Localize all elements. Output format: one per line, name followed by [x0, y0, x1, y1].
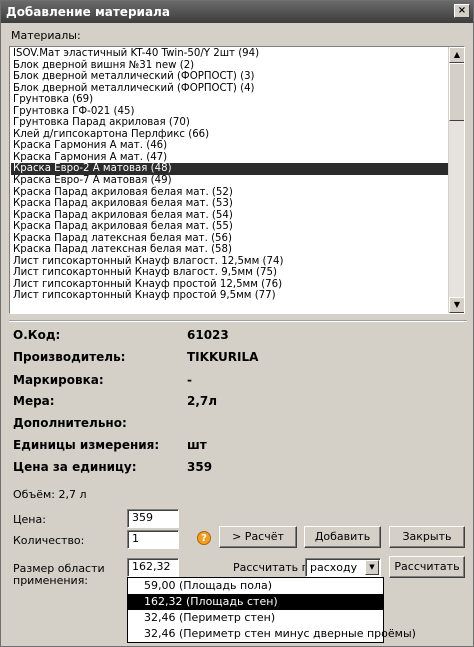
material-list-item[interactable]: Краска Евро-7 А матовая (49) [11, 175, 448, 187]
dropdown-option[interactable]: 162,32 (Площадь стен) [128, 594, 383, 610]
calc-by-label: Рассчитать по [233, 561, 316, 574]
chevron-down-icon[interactable]: ▼ [365, 560, 379, 575]
dropdown-option[interactable]: 32,46 (Периметр стен) [128, 610, 383, 626]
material-list-item[interactable]: Краска Парад акриловая белая мат. (55) [11, 221, 448, 233]
materials-list: ISOV.Мат эластичный KT-40 Twin-50/Y 2шт … [11, 48, 448, 312]
title-bar[interactable]: Добавление материала × [1, 1, 473, 23]
code-label: О.Код: [13, 328, 61, 342]
dropdown-option[interactable]: 59,00 (Площадь пола) [128, 578, 383, 594]
material-list-item[interactable]: Краска Парад акриловая белая мат. (52) [11, 187, 448, 199]
area-dropdown-list[interactable]: 59,00 (Площадь пола) 162,32 (Площадь стен… [127, 577, 416, 643]
material-list-item[interactable]: Краска Парад латексная белая мат. (56) [11, 233, 448, 245]
close-window-button[interactable]: × [454, 4, 470, 18]
material-list-item[interactable]: Лист гипсокартонный Кнауф простой 12,5мм… [11, 279, 448, 291]
scroll-up-button[interactable]: ▲ [449, 47, 464, 63]
dropdown-option[interactable]: 32,46 (Периметр стен минус дверные проём… [128, 626, 416, 642]
marking-label: Маркировка: [13, 373, 104, 387]
help-icon[interactable]: ? [197, 531, 211, 545]
marking-value: - [187, 373, 192, 387]
quantity-label: Количество: [13, 534, 85, 547]
close-button[interactable]: Закрыть [389, 526, 465, 548]
unit-label: Единицы измерения: [13, 438, 160, 452]
material-list-item[interactable]: Грунтовка ГФ-021 (45) [11, 106, 448, 118]
measure-label: Мера: [13, 394, 55, 408]
calc-by-select[interactable]: расходу ▼ [305, 558, 381, 577]
material-list-item[interactable]: Грунтовка Парад акриловая (70) [11, 117, 448, 129]
list-scrollbar[interactable]: ▲ ▼ [448, 47, 464, 313]
unit-value: шт [187, 438, 207, 452]
scroll-down-button[interactable]: ▼ [449, 297, 464, 313]
materials-label: Материалы: [11, 29, 81, 42]
material-list-item[interactable]: Лист гипсокартонный Кнауф влагост. 12,5м… [11, 256, 448, 268]
material-list-item[interactable]: ISOV.Мат эластичный KT-40 Twin-50/Y 2шт … [11, 48, 448, 60]
price-value: 359 [187, 460, 213, 474]
maker-label: Производитель: [13, 350, 126, 364]
material-list-item[interactable]: Краска Гармония А мат. (46) [11, 140, 448, 152]
volume-text: Объём: 2,7 л [13, 488, 87, 501]
price-label: Цена за единицу: [13, 460, 137, 474]
material-list-item[interactable]: Лист гипсокартонный Кнауф влагост. 9,5мм… [11, 267, 448, 279]
extra-label: Дополнительно: [13, 416, 127, 430]
add-button[interactable]: Добавить [304, 526, 381, 548]
measure-value: 2,7л [187, 394, 218, 408]
calculate-button[interactable]: Рассчитать [389, 556, 465, 578]
material-list-item[interactable]: Клей д/гипсокартона Перлфикс (66) [11, 129, 448, 141]
materials-listbox[interactable]: ISOV.Мат эластичный KT-40 Twin-50/Y 2шт … [9, 46, 465, 314]
separator [9, 320, 467, 322]
window-title: Добавление материала [6, 5, 170, 19]
material-list-item[interactable]: Грунтовка (69) [11, 94, 448, 106]
area-label-line2: применения: [13, 574, 89, 587]
calc-button[interactable]: > Расчёт [219, 526, 297, 548]
maker-value: TIKKURILA [187, 350, 259, 364]
quantity-field[interactable]: 1 [127, 530, 179, 549]
code-value: 61023 [187, 328, 229, 342]
material-list-item[interactable]: Краска Парад латексная белая мат. (58) [11, 244, 448, 256]
form-price-label: Цена: [13, 513, 46, 526]
material-list-item[interactable]: Краска Евро-2 А матовая (48) [11, 163, 448, 176]
price-field[interactable]: 359 [127, 509, 179, 528]
material-list-item[interactable]: Краска Гармония А мат. (47) [11, 152, 448, 164]
scroll-thumb[interactable] [449, 63, 464, 121]
calc-by-value: расходу [310, 561, 358, 574]
material-list-item[interactable]: Краска Парад акриловая белая мат. (54) [11, 210, 448, 222]
area-size-field[interactable]: 162,32 [127, 558, 179, 577]
material-list-item[interactable]: Краска Парад акриловая белая мат. (53) [11, 198, 448, 210]
material-list-item[interactable]: Блок дверной металлический (ФОРПОСТ) (3) [11, 71, 448, 83]
material-list-item[interactable]: Блок дверной вишня №31 new (2) [11, 60, 448, 72]
material-list-item[interactable]: Лист гипсокартонный Кнауф простой 9,5мм … [11, 290, 448, 302]
add-material-window: Добавление материала × Материалы: ISOV.М… [0, 0, 474, 647]
material-list-item[interactable]: Блок дверной металлический (ФОРПОСТ) (4) [11, 83, 448, 95]
